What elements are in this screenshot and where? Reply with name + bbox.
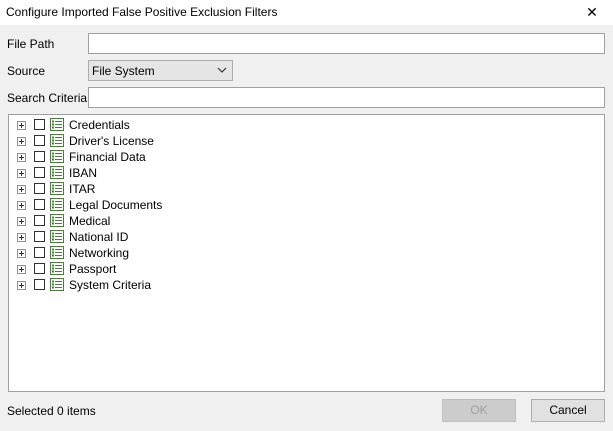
criteria-tree[interactable]: Credentials Driver's License Financial Dat… bbox=[8, 114, 605, 392]
expand-plus-icon[interactable] bbox=[17, 169, 26, 178]
tree-node-label: IBAN bbox=[69, 166, 98, 180]
window-title: Configure Imported False Positive Exclus… bbox=[6, 5, 278, 19]
list-icon bbox=[50, 278, 64, 291]
expand-plus-icon[interactable] bbox=[17, 249, 26, 258]
list-icon bbox=[50, 214, 64, 227]
tree-node[interactable]: Networking bbox=[9, 245, 309, 261]
tree-node-label: Financial Data bbox=[69, 150, 146, 164]
tree-node-label: Networking bbox=[69, 246, 130, 260]
list-icon bbox=[50, 166, 64, 179]
tree-node-label: Medical bbox=[69, 214, 111, 228]
tree-node[interactable]: Legal Documents bbox=[9, 197, 309, 213]
tree-node-label: Passport bbox=[69, 262, 117, 276]
list-icon bbox=[50, 150, 64, 163]
tree-node-label: Credentials bbox=[69, 118, 130, 132]
list-icon bbox=[50, 198, 64, 211]
tree-node[interactable]: Financial Data bbox=[9, 149, 309, 165]
source-dropdown[interactable]: File System bbox=[88, 60, 233, 81]
tree-node-checkbox[interactable] bbox=[34, 247, 45, 258]
tree-node[interactable]: Driver's License bbox=[9, 133, 309, 149]
tree-node-label: Driver's License bbox=[69, 134, 154, 148]
list-icon bbox=[50, 230, 64, 243]
file-path-label: File Path bbox=[7, 37, 55, 51]
tree-node-checkbox[interactable] bbox=[34, 231, 45, 242]
search-criteria-label: Search Criteria bbox=[7, 91, 88, 105]
tree-node[interactable]: ITAR bbox=[9, 181, 309, 197]
tree-node[interactable]: System Criteria bbox=[9, 277, 309, 293]
source-label: Source bbox=[7, 64, 46, 78]
tree-node-checkbox[interactable] bbox=[34, 279, 45, 290]
tree-node-checkbox[interactable] bbox=[34, 167, 45, 178]
tree-node[interactable]: Passport bbox=[9, 261, 309, 277]
title-bar: Configure Imported False Positive Exclus… bbox=[0, 0, 613, 25]
tree-node-checkbox[interactable] bbox=[34, 135, 45, 146]
file-path-input[interactable] bbox=[88, 33, 605, 54]
list-icon bbox=[50, 134, 64, 147]
search-criteria-input[interactable] bbox=[88, 87, 605, 108]
list-icon bbox=[50, 182, 64, 195]
list-icon bbox=[50, 118, 64, 131]
chevron-down-icon bbox=[217, 67, 227, 73]
tree-node[interactable]: Credentials bbox=[9, 117, 309, 133]
tree-node-checkbox[interactable] bbox=[34, 199, 45, 210]
tree-node[interactable]: Medical bbox=[9, 213, 309, 229]
expand-plus-icon[interactable] bbox=[17, 121, 26, 130]
tree-node-label: System Criteria bbox=[69, 278, 152, 292]
tree-node[interactable]: IBAN bbox=[9, 165, 309, 181]
expand-plus-icon[interactable] bbox=[17, 265, 26, 274]
tree-node-checkbox[interactable] bbox=[34, 215, 45, 226]
ok-button[interactable]: OK bbox=[442, 399, 516, 422]
source-selected-value: File System bbox=[92, 64, 155, 78]
expand-plus-icon[interactable] bbox=[17, 201, 26, 210]
list-icon bbox=[50, 262, 64, 275]
tree-node-checkbox[interactable] bbox=[34, 263, 45, 274]
expand-plus-icon[interactable] bbox=[17, 153, 26, 162]
tree-node-checkbox[interactable] bbox=[34, 183, 45, 194]
selection-status: Selected 0 items bbox=[7, 404, 96, 418]
expand-plus-icon[interactable] bbox=[17, 137, 26, 146]
cancel-button[interactable]: Cancel bbox=[531, 399, 605, 422]
tree-node-label: ITAR bbox=[69, 182, 96, 196]
tree-node-label: National ID bbox=[69, 230, 129, 244]
expand-plus-icon[interactable] bbox=[17, 281, 26, 290]
tree-node-checkbox[interactable] bbox=[34, 151, 45, 162]
list-icon bbox=[50, 246, 64, 259]
close-icon[interactable]: ✕ bbox=[583, 2, 601, 22]
tree-node-checkbox[interactable] bbox=[34, 119, 45, 130]
expand-plus-icon[interactable] bbox=[17, 185, 26, 194]
expand-plus-icon[interactable] bbox=[17, 233, 26, 242]
tree-node-label: Legal Documents bbox=[69, 198, 163, 212]
tree-node[interactable]: National ID bbox=[9, 229, 309, 245]
expand-plus-icon[interactable] bbox=[17, 217, 26, 226]
